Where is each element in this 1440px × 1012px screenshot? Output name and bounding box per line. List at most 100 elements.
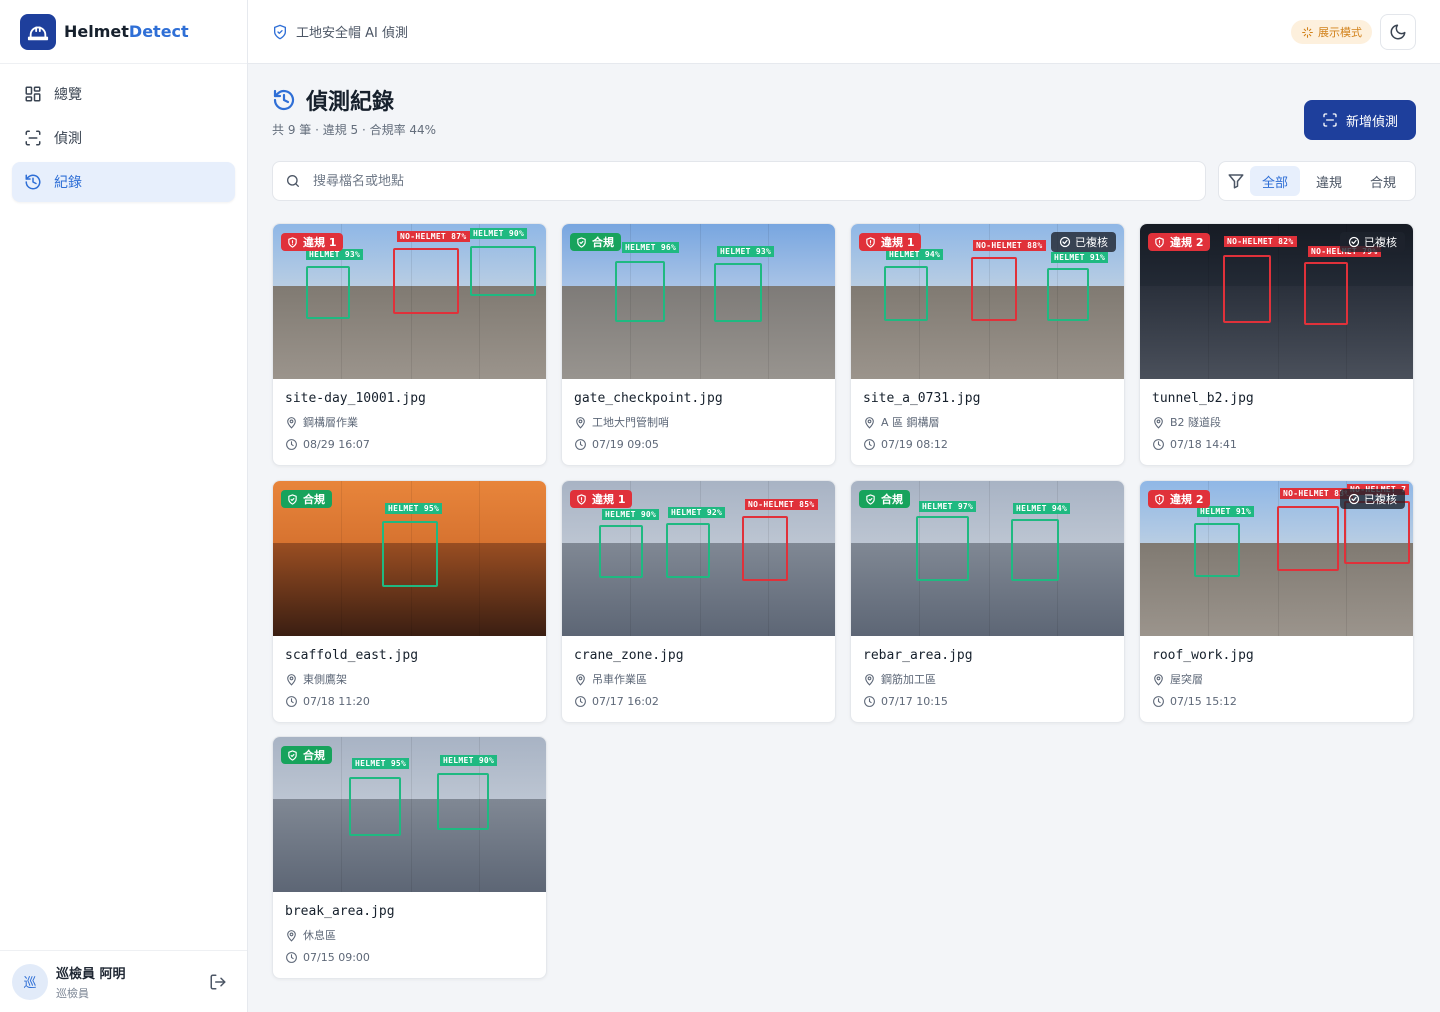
helmet-bounding-box [615, 261, 665, 322]
no-helmet-bounding-box [1344, 501, 1410, 564]
sidebar-item-history[interactable]: 紀錄 [12, 162, 235, 202]
time-text: 07/19 08:12 [881, 438, 948, 451]
time-text: 07/15 15:12 [1170, 695, 1237, 708]
helmet-bounding-box [916, 516, 969, 581]
file-name: tunnel_b2.jpg [1152, 391, 1254, 406]
file-name: roof_work.jpg [1152, 648, 1254, 663]
time-text: 07/18 11:20 [303, 695, 370, 708]
helmet-logo-icon [20, 13, 56, 50]
location-text: 工地大門管制哨 [592, 416, 669, 429]
file-name: rebar_area.jpg [863, 648, 973, 663]
helmet-bounding-box [306, 266, 350, 319]
avatar: 巡 [12, 963, 48, 1000]
scan-icon [1323, 113, 1337, 127]
search-icon [287, 175, 299, 187]
filter-compliant[interactable]: 合規 [1358, 166, 1408, 196]
record-location: A 區 鋼構層 [863, 414, 1112, 430]
filter-violation[interactable]: 違規 [1304, 166, 1354, 196]
record-card[interactable]: HELMET 97% HELMET 94% 合規 rebar_area.jpg 鋼筋加工… [850, 480, 1125, 723]
detection-thumbnail[interactable]: HELMET 90% HELMET 92% NO-HELMET 85% 違規 1 [562, 481, 835, 636]
detection-thumbnail[interactable]: HELMET 95% HELMET 90% 合規 [273, 737, 546, 892]
map-pin-icon [1152, 673, 1170, 686]
violation-badge: 違規 2 [1148, 233, 1211, 251]
detection-thumbnail[interactable]: HELMET 97% HELMET 94% 合規 [851, 481, 1124, 636]
record-time: 07/19 09:05 [574, 438, 823, 451]
card-body: site-day_10001.jpg 鋼構層作業 08/29 16:07 [273, 379, 546, 451]
detection-thumbnail[interactable]: HELMET 94% NO-HELMET 88% HELMET 91% 違規 1 已複核 [851, 224, 1124, 379]
no-helmet-bounding-box [1304, 262, 1348, 325]
thumbnail-ground [273, 799, 546, 892]
logout-icon[interactable] [209, 973, 227, 991]
check-circle-icon [1348, 236, 1364, 248]
record-card[interactable]: HELMET 93% NO-HELMET 87% HELMET 90% 違規 1 sit… [272, 223, 547, 466]
detection-label: HELMET 95% [385, 503, 443, 514]
new-detection-button[interactable]: 新增偵測 [1304, 100, 1416, 140]
detection-label: NO-HELMET 87% [397, 231, 470, 242]
no-helmet-bounding-box [1223, 255, 1271, 323]
record-location: 鋼構層作業 [285, 414, 534, 430]
record-time: 07/17 10:15 [863, 695, 1112, 708]
detection-thumbnail[interactable]: HELMET 91%NO-HELMET 83%NO-HELMET 7違規 2已複… [1140, 481, 1413, 636]
record-card[interactable]: HELMET 91%NO-HELMET 83%NO-HELMET 7違規 2已複… [1139, 480, 1414, 723]
thumbnail-ground [562, 286, 835, 379]
shield-alert-icon [1154, 236, 1170, 248]
record-time: 08/29 16:07 [285, 438, 534, 451]
helmet-bounding-box [349, 777, 401, 836]
detection-label: HELMET 96% [622, 242, 680, 253]
thumbnail-gridline [989, 481, 990, 636]
file-name: break_area.jpg [285, 904, 395, 919]
record-location: 鋼筋加工區 [863, 671, 1112, 687]
record-card[interactable]: HELMET 90% HELMET 92% NO-HELMET 85% 違規 1 cra… [561, 480, 836, 723]
detection-label: HELMET 90% [602, 509, 660, 520]
sidebar-item-label: 總覽 [54, 87, 82, 103]
file-name: site-day_10001.jpg [285, 391, 426, 406]
sidebar-item-label: 紀錄 [54, 175, 82, 191]
sidebar-item-detect[interactable]: 偵測 [12, 118, 235, 158]
record-card[interactable]: NO-HELMET 82%NO-HELMET 79%違規 2已複核 tunnel_… [1139, 223, 1414, 466]
thumbnail-gridline [479, 481, 480, 636]
sidebar: HelmetDetect 總覽 偵測 紀錄 巡 巡檢員 阿明 巡檢員 [0, 0, 248, 1012]
location-text: 屋突層 [1170, 673, 1203, 686]
status-text: 合規 [881, 493, 903, 506]
detection-label: HELMET 90% [470, 228, 528, 239]
helmet-bounding-box [1011, 519, 1059, 581]
map-pin-icon [1152, 416, 1170, 429]
status-text: 合規 [303, 493, 325, 506]
location-text: B2 隧道段 [1170, 416, 1222, 429]
record-time: 07/18 14:41 [1152, 438, 1401, 451]
status-text: 違規 1 [881, 236, 915, 249]
record-card[interactable]: HELMET 95% HELMET 90% 合規 break_area.jpg 休息區 0… [272, 736, 547, 979]
map-pin-icon [863, 673, 881, 686]
detection-label: NO-HELMET 85% [745, 499, 818, 510]
reviewed-text: 已複核 [1364, 493, 1397, 506]
detection-label: NO-HELMET 82% [1224, 236, 1297, 247]
record-location: 工地大門管制哨 [574, 414, 823, 430]
sidebar-item-overview[interactable]: 總覽 [12, 74, 235, 114]
detection-label: HELMET 95% [352, 758, 410, 769]
detection-thumbnail[interactable]: NO-HELMET 82%NO-HELMET 79%違規 2已複核 [1140, 224, 1413, 379]
theme-toggle-button[interactable] [1380, 14, 1416, 50]
violation-badge: 違規 1 [859, 233, 922, 251]
file-name: crane_zone.jpg [574, 648, 684, 663]
filter-all[interactable]: 全部 [1250, 166, 1301, 196]
clock-icon [574, 438, 592, 451]
search-input[interactable] [313, 173, 1173, 189]
record-card[interactable]: HELMET 96% HELMET 93% 合規 gate_checkpoint.jp… [561, 223, 836, 466]
clock-icon [1152, 438, 1170, 451]
detection-label: HELMET 91% [1051, 252, 1109, 263]
shield-check-icon [287, 493, 303, 505]
detection-thumbnail[interactable]: HELMET 96% HELMET 93% 合規 [562, 224, 835, 379]
record-card[interactable]: HELMET 94% NO-HELMET 88% HELMET 91% 違規 1 已複核… [850, 223, 1125, 466]
detection-thumbnail[interactable]: HELMET 93% NO-HELMET 87% HELMET 90% 違規 1 [273, 224, 546, 379]
no-helmet-bounding-box [742, 516, 788, 581]
no-helmet-bounding-box [971, 257, 1017, 321]
brand[interactable]: HelmetDetect [0, 0, 247, 64]
detection-thumbnail[interactable]: HELMET 95% 合規 [273, 481, 546, 636]
location-text: A 區 鋼構層 [881, 416, 940, 429]
record-card[interactable]: HELMET 95% 合規 scaffold_east.jpg 東側鷹架 07/18 1… [272, 480, 547, 723]
sidebar-item-label: 偵測 [54, 131, 82, 147]
detection-label: HELMET 93% [717, 246, 775, 257]
location-text: 鋼筋加工區 [881, 673, 936, 686]
location-text: 鋼構層作業 [303, 416, 358, 429]
demo-mode-badge[interactable]: 展示模式 [1291, 20, 1372, 44]
